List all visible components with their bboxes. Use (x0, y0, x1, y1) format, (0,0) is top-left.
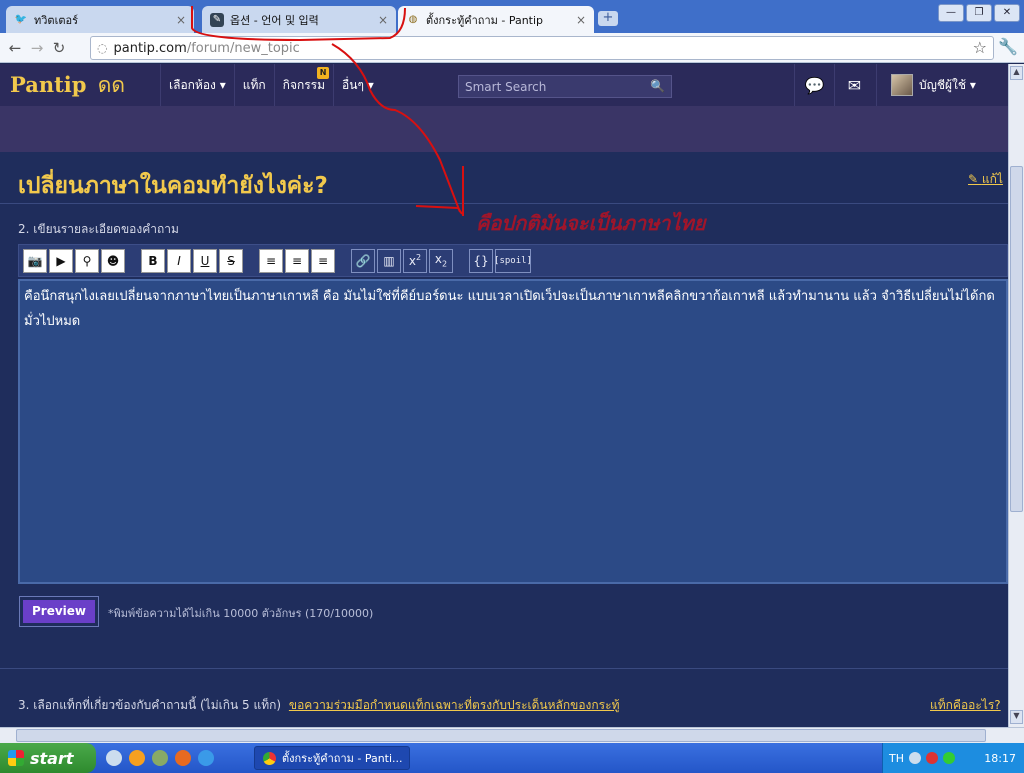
network-icon[interactable] (909, 752, 921, 764)
step2-label: 2. เขียนรายละเอียดของคำถาม (18, 222, 179, 236)
nav-select-room[interactable]: เลือกห้อง ▾ (160, 64, 234, 106)
reload-icon[interactable]: ↻ (48, 39, 70, 57)
scroll-thumb[interactable] (1010, 166, 1023, 512)
avatar (891, 74, 913, 96)
windows-flag-icon (8, 750, 24, 766)
preview-button[interactable]: Preview (19, 596, 99, 627)
firefox-icon[interactable] (175, 750, 191, 766)
language-indicator[interactable]: TH (889, 752, 904, 765)
insert-link-icon[interactable]: 🔗 (351, 248, 375, 273)
browser-toolbar: ← → ↻ ◌ pantip.com/forum/new_topic ☆ 🔧 (0, 33, 1024, 63)
cloud-icon[interactable] (106, 750, 122, 766)
tab-settings-language[interactable]: ✎ 옵션 - 언어 및 입력 × (202, 6, 396, 33)
minimize-button[interactable]: — (938, 4, 964, 22)
step3-label: 3. เลือกแท็กที่เกี่ยวข้องกับคำถามนี้ (ไม… (18, 698, 620, 712)
bookmark-star-icon[interactable]: ☆ (973, 38, 987, 57)
nav-tags[interactable]: แท็ก (233, 64, 274, 106)
topic-body-textarea[interactable]: คือนึกสนุกไงเลยเปลี่ยนจากภาษาไทยเป็นภาษา… (18, 279, 1008, 584)
pantip-logo[interactable]: Pantip ดด (0, 69, 160, 102)
subscript-button[interactable]: x2 (429, 248, 453, 273)
address-bar[interactable]: ◌ pantip.com/forum/new_topic ☆ (90, 36, 994, 60)
divider (0, 668, 1008, 669)
editor-toolbar: 📷 ▶ ⚲ ☻ B I U S ≡ ≡ ≡ 🔗 ▥ x2 x2 {} [spoi… (18, 244, 1008, 277)
pantip-favicon-icon: ◍ (408, 14, 418, 25)
start-button[interactable]: start (0, 743, 96, 773)
new-badge: N (317, 67, 330, 79)
url-text: pantip.com/forum/new_topic (113, 40, 300, 56)
twitter-bird-icon: 🐦 (14, 14, 28, 25)
vertical-scrollbar[interactable]: ▲ ▼ (1008, 64, 1024, 727)
close-icon[interactable]: × (378, 13, 388, 27)
breadcrumb-band (0, 106, 1008, 152)
italic-button[interactable]: I (167, 248, 191, 273)
internet-explorer-icon[interactable] (198, 750, 214, 766)
insert-video-icon[interactable]: ▶ (49, 248, 73, 273)
scroll-up-icon[interactable]: ▲ (1010, 66, 1023, 80)
handwritten-annotation: คือปกติมันจะเป็นภาษาไทย (476, 211, 706, 235)
clock: 18:17 (984, 751, 1016, 765)
align-right-icon[interactable]: ≡ (311, 248, 335, 273)
settings-wrench-icon[interactable]: 🔧 (998, 37, 1018, 56)
divider (0, 203, 1008, 204)
system-tray: TH 18:17 (882, 743, 1024, 773)
edit-link[interactable]: ✎ แก้ไ (968, 170, 1003, 189)
char-limit-note: *พิมพ์ข้อความได้ไม่เกิน 10000 ตัวอักษร (… (108, 607, 374, 620)
scroll-thumb[interactable] (16, 729, 986, 742)
insert-image-icon[interactable]: 📷 (23, 248, 47, 273)
forward-icon[interactable]: → (26, 39, 48, 57)
maximize-button[interactable]: ❐ (966, 4, 992, 22)
smart-search-input[interactable]: Smart Search 🔍 (458, 75, 672, 98)
underline-button[interactable]: U (193, 248, 217, 273)
chrome-icon (263, 751, 276, 765)
new-tab-button[interactable]: + (598, 11, 618, 26)
spoil-button[interactable]: [spoil] (494, 248, 532, 273)
align-left-icon[interactable]: ≡ (259, 248, 283, 273)
globe-icon: ◌ (97, 41, 108, 55)
taskbar-item-chrome[interactable]: ตั้งกระทู้คำถาม - Panti... (254, 746, 410, 770)
back-icon[interactable]: ← (4, 39, 26, 57)
site-header: Pantip ดด เลือกห้อง ▾ แท็ก กิจกรรม N อื่… (0, 64, 1008, 106)
account-menu[interactable]: บัญชีผู้ใช้ ▾ (876, 64, 1008, 106)
strikethrough-button[interactable]: S (219, 248, 243, 273)
align-center-icon[interactable]: ≡ (285, 248, 309, 273)
close-icon[interactable]: × (176, 13, 186, 27)
close-window-button[interactable]: ✕ (994, 4, 1020, 22)
app-icon[interactable] (152, 750, 168, 766)
horizontal-scrollbar[interactable] (0, 727, 1024, 743)
status-icon[interactable] (943, 752, 955, 764)
app-icon[interactable] (129, 750, 145, 766)
nav-other[interactable]: อื่นๆ ▾ (333, 64, 382, 106)
window-controls: — ❐ ✕ (938, 4, 1020, 22)
windows-taskbar: start ตั้งกระทู้คำถาม - Panti... TH 18:1… (0, 743, 1024, 773)
close-icon[interactable]: × (576, 13, 586, 27)
wrench-icon: ✎ (210, 12, 224, 27)
superscript-button[interactable]: x2 (403, 248, 427, 273)
mail-icon[interactable]: ✉ (834, 64, 874, 106)
nav-activities[interactable]: กิจกรรม N (273, 64, 333, 106)
what-are-tags-link[interactable]: แท็กคืออะไร? (930, 696, 1001, 715)
tab-pantip[interactable]: ◍ ตั้งกระทู้คำถาม - Pantip × (398, 6, 594, 33)
browser-tab-strip: 🐦 ทวิตเตอร์ × ✎ 옵션 - 언어 및 입력 × ◍ ตั้งกระ… (0, 0, 1024, 33)
search-icon[interactable]: 🔍 (650, 79, 665, 93)
tab-twitter[interactable]: 🐦 ทวิตเตอร์ × (6, 6, 194, 33)
code-button[interactable]: {} (469, 248, 493, 273)
bold-button[interactable]: B (141, 248, 165, 273)
quick-launch (96, 750, 214, 766)
chat-icon[interactable]: 💬 (794, 64, 834, 106)
page-title: เปลี่ยนภาษาในคอมทำยังไงค่ะ? (18, 173, 328, 199)
insert-location-icon[interactable]: ⚲ (75, 248, 99, 273)
security-icon[interactable] (926, 752, 938, 764)
scroll-down-icon[interactable]: ▼ (1010, 710, 1023, 724)
insert-line-icon[interactable]: ▥ (377, 248, 401, 273)
insert-emoticon-icon[interactable]: ☻ (101, 248, 125, 273)
tag-guideline-link[interactable]: ขอความร่วมมือกำหนดแท็กเฉพาะที่ตรงกับประเ… (289, 698, 620, 712)
